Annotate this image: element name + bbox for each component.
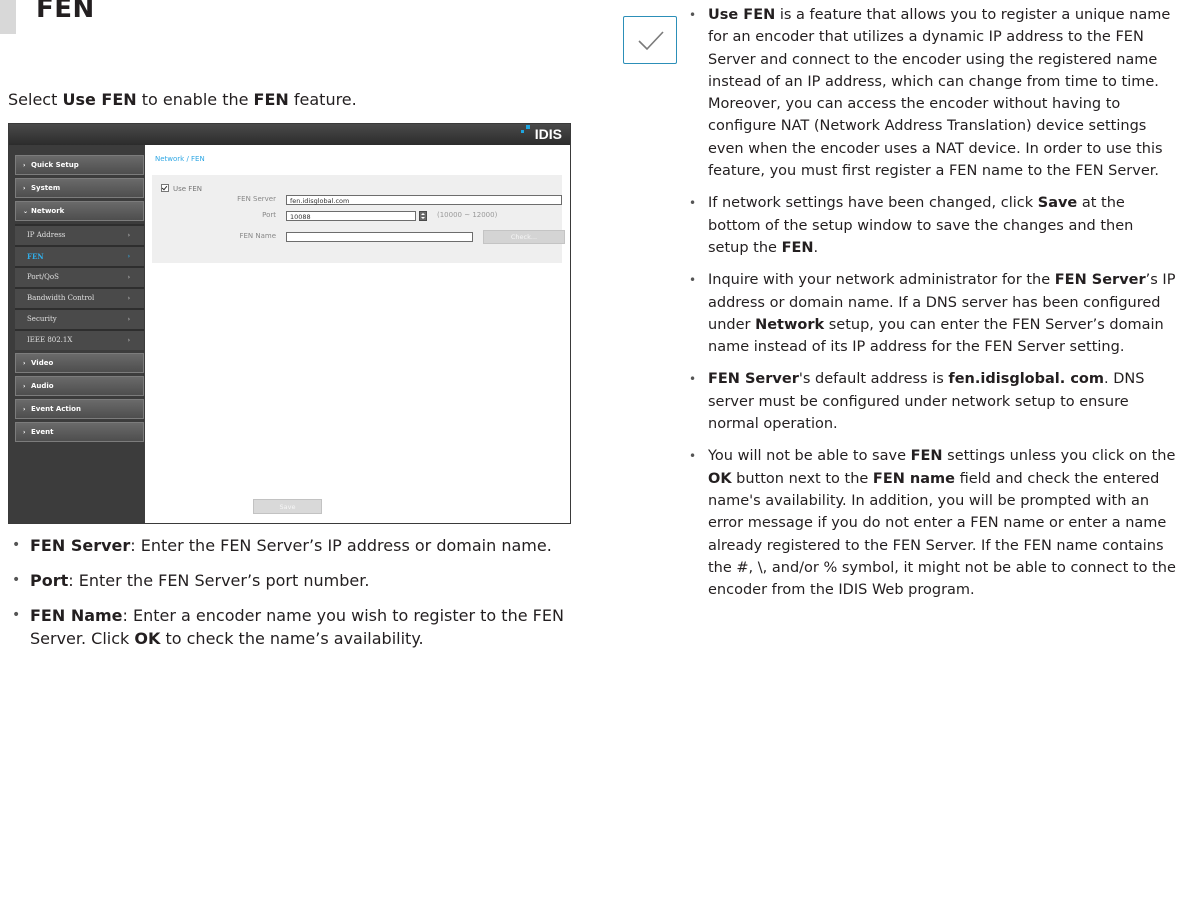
chevron-down-icon: ⌄ [23, 208, 29, 215]
fen-server-input[interactable]: fen.idisglobal.com [286, 195, 562, 205]
fen-name-label: FEN Name [239, 232, 276, 240]
title-accent-bar [0, 0, 16, 34]
page-title: FEN [36, 0, 95, 24]
port-label: Port [262, 211, 276, 219]
submenu-port-qos[interactable]: Port/QoS › [15, 268, 144, 287]
chevron-right-icon: › [127, 274, 130, 281]
fen-form: Use FEN FEN Server fen.idisglobal.com Po… [152, 175, 565, 263]
submenu-fen[interactable]: FEN › [15, 247, 144, 266]
note-icon-gap [623, 12, 677, 14]
fen-setup-screenshot: IDIS › Quick Setup › System ⌄ Network IP Ad… [8, 123, 571, 524]
note-item: FEN Server's default address is fen.idis… [676, 368, 1176, 435]
save-button[interactable]: Save [253, 499, 322, 514]
chevron-right-icon: › [127, 232, 130, 239]
field-description-list: FEN Server: Enter the FEN Server’s IP ad… [8, 534, 578, 662]
setup-content-panel: Network / FEN Use FEN FEN Server fen.idi… [145, 145, 570, 523]
note-item: You will not be able to save FEN setting… [676, 445, 1176, 601]
port-stepper[interactable] [419, 211, 427, 221]
menu-network[interactable]: ⌄ Network [15, 201, 144, 221]
menu-audio[interactable]: › Audio [15, 376, 144, 396]
fen-server-label: FEN Server [237, 195, 276, 203]
list-item: FEN Server: Enter the FEN Server’s IP ad… [8, 534, 578, 557]
port-input[interactable]: 10088 [286, 211, 416, 221]
submenu-ip-address[interactable]: IP Address › [15, 226, 144, 245]
setup-top-bar: IDIS [9, 124, 570, 145]
chevron-right-icon: › [23, 360, 26, 367]
menu-quick-setup[interactable]: › Quick Setup [15, 155, 144, 175]
chevron-right-icon: › [127, 316, 130, 323]
breadcrumb: Network / FEN [155, 155, 205, 163]
chevron-right-icon: › [23, 185, 26, 192]
submenu-security[interactable]: Security › [15, 310, 144, 329]
use-fen-checkbox-row[interactable]: Use FEN [161, 184, 202, 193]
chevron-right-icon: › [23, 406, 26, 413]
setup-menu-panel: › Quick Setup › System ⌄ Network IP Address… [9, 145, 145, 523]
menu-video[interactable]: › Video [15, 353, 144, 373]
note-item: Use FEN is a feature that allows you to … [676, 4, 1176, 182]
chevron-right-icon: › [23, 429, 26, 436]
intro-text: Select Use FEN to enable the FEN feature… [8, 90, 357, 109]
submenu-bandwidth-control[interactable]: Bandwidth Control › [15, 289, 144, 308]
checkmark-icon [623, 16, 677, 64]
chevron-right-icon: › [127, 253, 130, 260]
menu-event[interactable]: › Event [15, 422, 144, 442]
idis-logo: IDIS [534, 126, 562, 142]
chevron-right-icon: › [127, 295, 130, 302]
idis-logo-mark-icon [521, 125, 530, 134]
list-item: FEN Name: Enter a encoder name you wish … [8, 604, 578, 650]
fen-name-input[interactable] [286, 232, 473, 242]
menu-system[interactable]: › System [15, 178, 144, 198]
submenu-ieee-8021x[interactable]: IEEE 802.1X › [15, 331, 144, 350]
check-button[interactable]: Check... [483, 230, 565, 244]
menu-event-action[interactable]: › Event Action [15, 399, 144, 419]
notes-list: Use FEN is a feature that allows you to … [676, 4, 1176, 611]
port-range-hint: (10000 ~ 12000) [437, 211, 498, 219]
chevron-right-icon: › [23, 383, 26, 390]
use-fen-checkbox[interactable] [161, 184, 169, 192]
network-submenu: IP Address › FEN › Port/QoS › Bandwidth Con… [15, 224, 144, 350]
chevron-right-icon: › [23, 162, 26, 169]
setup-menu: › Quick Setup › System ⌄ Network IP Address… [15, 155, 144, 445]
chevron-right-icon: › [127, 337, 130, 344]
list-item: Port: Enter the FEN Server’s port number… [8, 569, 578, 592]
note-item: If network settings have been changed, c… [676, 192, 1176, 259]
note-item: Inquire with your network administrator … [676, 269, 1176, 358]
